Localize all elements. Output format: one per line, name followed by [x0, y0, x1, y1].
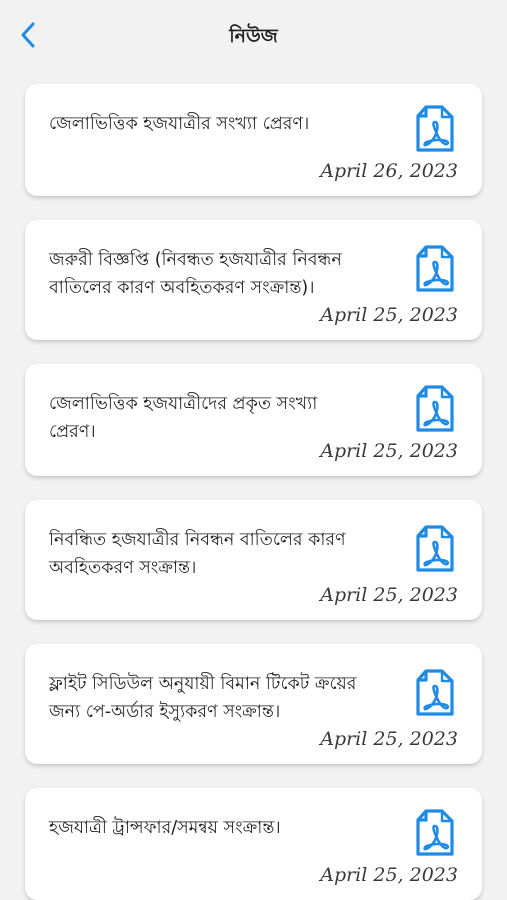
pdf-file-icon[interactable]: [412, 524, 458, 574]
pdf-file-icon[interactable]: [412, 668, 458, 718]
news-title: জেলাভিত্তিক হজযাত্রীদের প্রকৃত সংখ্যা প্…: [49, 394, 318, 442]
news-card[interactable]: জরুরী বিজ্ঞপ্তি (নিবন্ধত হজযাত্রীর নিবন্…: [25, 220, 482, 340]
pdf-file-icon[interactable]: [412, 384, 458, 434]
news-card[interactable]: হজযাত্রী ট্রান্সফার/সমন্বয় সংক্রান্ত। Ap…: [25, 788, 482, 900]
pdf-file-icon[interactable]: [412, 244, 458, 294]
pdf-file-icon[interactable]: [412, 808, 458, 858]
news-date: April 25, 2023: [320, 864, 458, 886]
news-card[interactable]: নিবন্ধিত হজযাত্রীর নিবন্ধন বাতিলের কারণ …: [25, 500, 482, 620]
news-list: জেলাভিত্তিক হজযাত্রীর সংখ্যা প্রেরণ। Apri…: [25, 84, 482, 900]
app-header: নিউজ: [0, 0, 507, 70]
news-title: নিবন্ধিত হজযাত্রীর নিবন্ধন বাতিলের কারণ …: [49, 530, 346, 578]
news-card[interactable]: জেলাভিত্তিক হজযাত্রীদের প্রকৃত সংখ্যা প্…: [25, 364, 482, 476]
news-screen: নিউজ জেলাভিত্তিক হজযাত্রীর সংখ্যা প্রেরণ…: [0, 0, 507, 900]
news-title: জরুরী বিজ্ঞপ্তি (নিবন্ধত হজযাত্রীর নিবন্…: [49, 250, 342, 298]
page-title: নিউজ: [229, 25, 278, 47]
news-title: ফ্লাইট সিডিউল অনুযায়ী বিমান টিকেট ক্রয়…: [49, 674, 357, 722]
news-date: April 25, 2023: [320, 584, 458, 606]
news-title: জেলাভিত্তিক হজযাত্রীর সংখ্যা প্রেরণ।: [49, 114, 310, 134]
news-date: April 25, 2023: [320, 440, 458, 462]
news-card[interactable]: ফ্লাইট সিডিউল অনুযায়ী বিমান টিকেট ক্রয়…: [25, 644, 482, 764]
pdf-file-icon[interactable]: [412, 104, 458, 154]
news-title: হজযাত্রী ট্রান্সফার/সমন্বয় সংক্রান্ত।: [49, 818, 281, 838]
news-date: April 25, 2023: [320, 304, 458, 326]
news-date: April 25, 2023: [320, 728, 458, 750]
news-date: April 26, 2023: [320, 160, 458, 182]
news-card[interactable]: জেলাভিত্তিক হজযাত্রীর সংখ্যা প্রেরণ। Apri…: [25, 84, 482, 196]
